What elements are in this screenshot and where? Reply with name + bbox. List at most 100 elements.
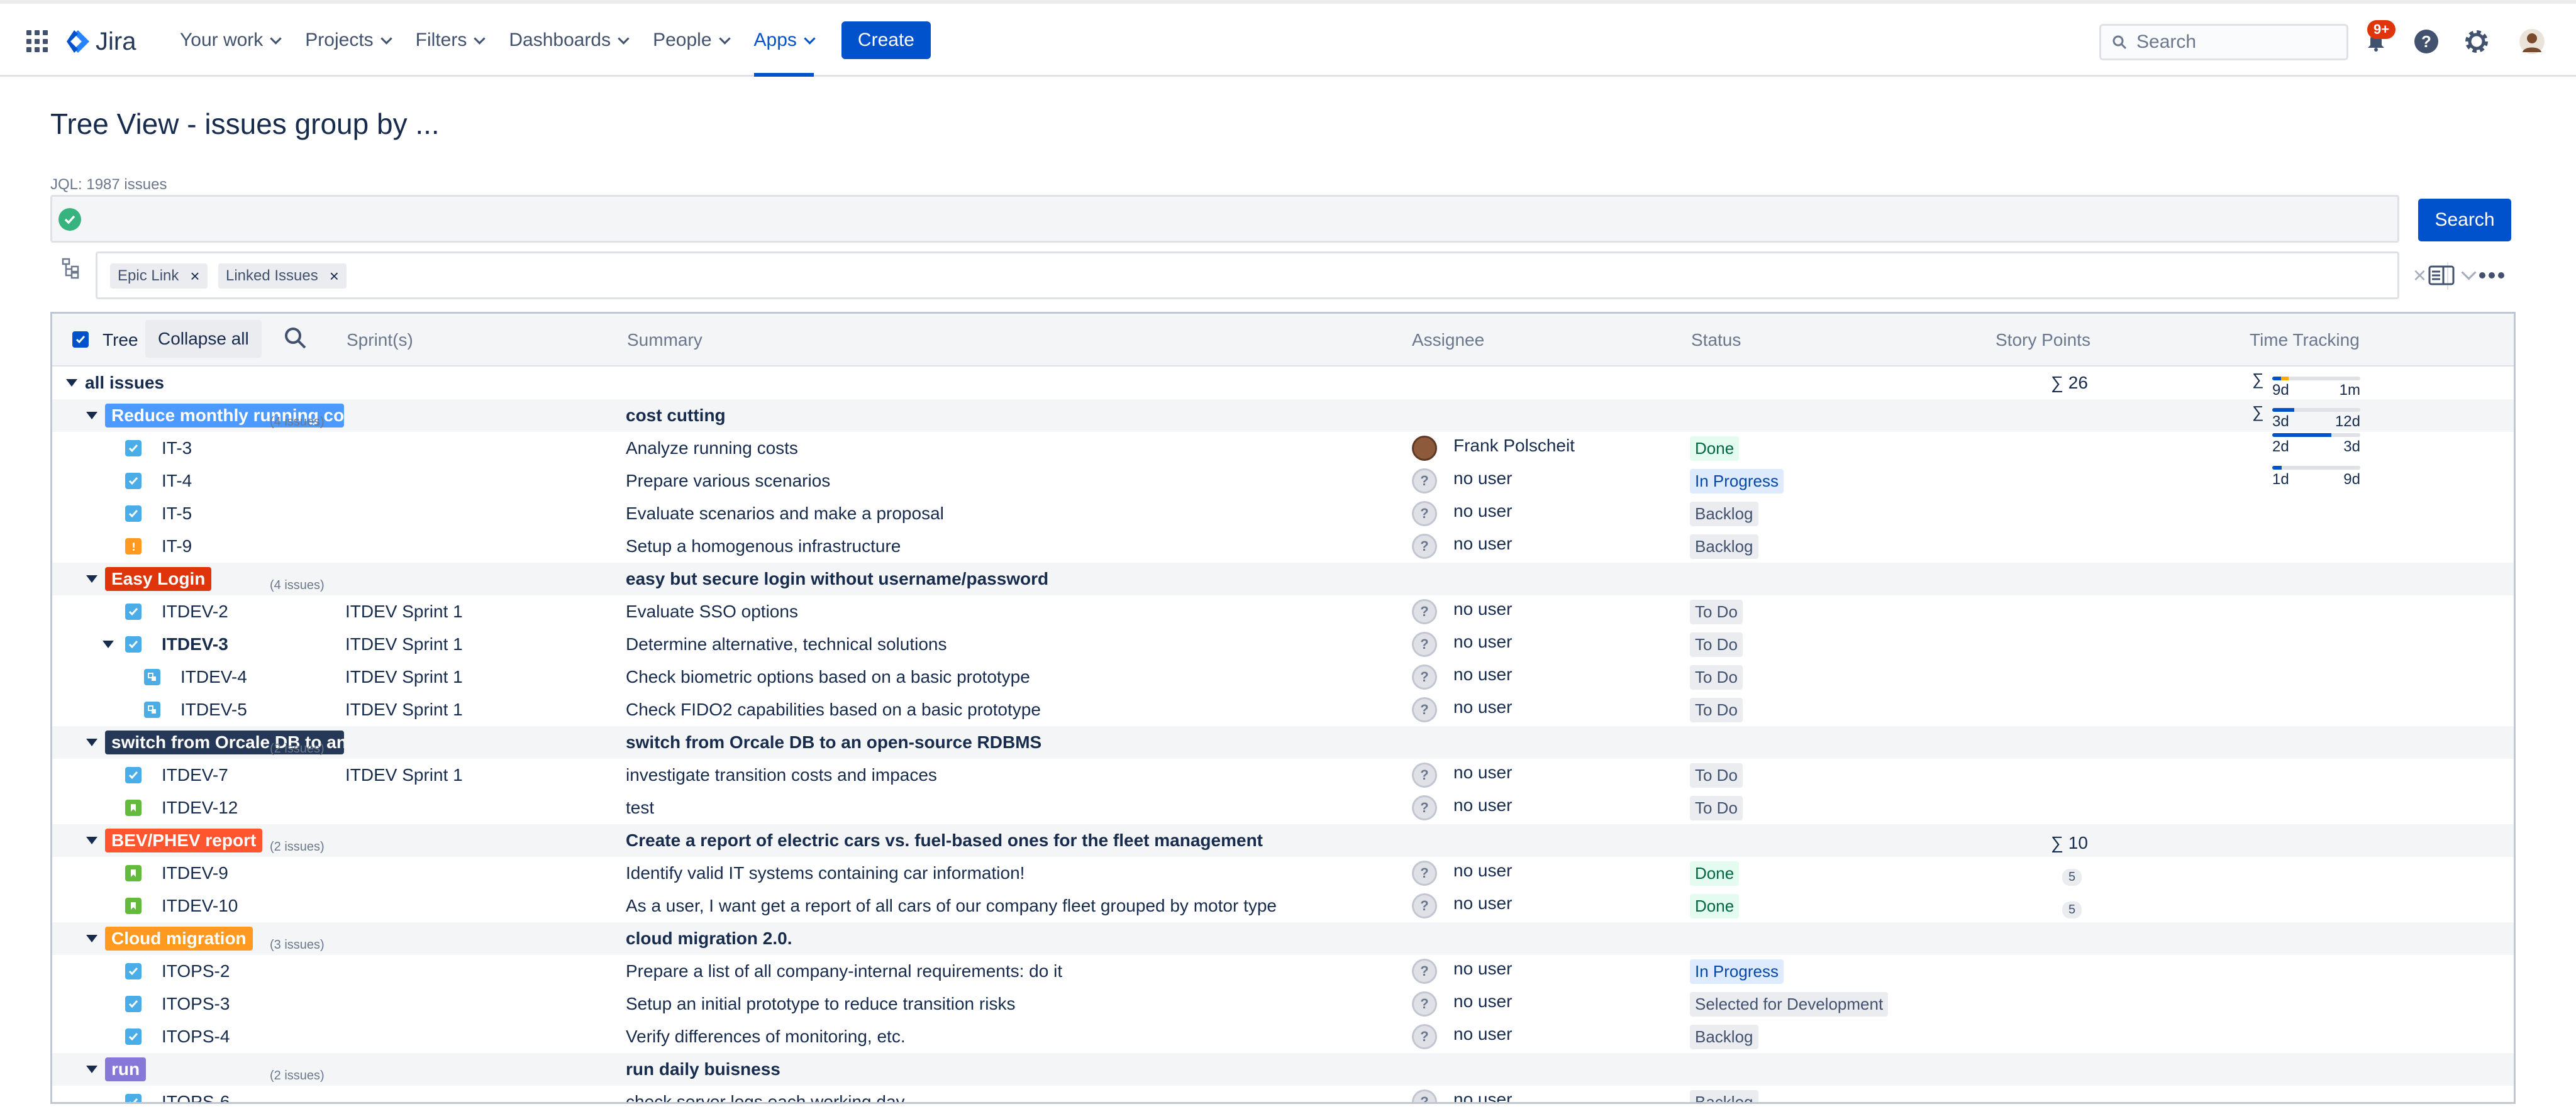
epic-group-row[interactable]: Cloud migration (3 issues) cloud migration… (52, 922, 2514, 955)
column-header-summary[interactable]: Summary (627, 330, 702, 350)
issue-row[interactable]: IT-3 Analyze running costs Frank Polscheit… (52, 432, 2514, 465)
issue-row[interactable]: ITDEV-9 Identify valid IT systems contain… (52, 857, 2514, 890)
tree-search-icon[interactable] (282, 325, 309, 355)
epic-summary[interactable]: switch from Orcale DB to an open-source … (626, 726, 1041, 759)
status-lozenge[interactable]: To Do (1690, 763, 1743, 788)
issue-summary[interactable]: Analyze running costs (626, 432, 798, 465)
assignee-name[interactable]: no user (1453, 887, 1512, 920)
epic-badge[interactable]: BEV/PHEV report (105, 829, 263, 852)
epic-badge[interactable]: Cloud migration (105, 927, 253, 951)
epic-summary[interactable]: cloud migration 2.0. (626, 922, 792, 955)
issue-row[interactable]: IT-4 Prepare various scenarios? no user In … (52, 465, 2514, 497)
settings-button[interactable] (2462, 26, 2492, 57)
status-lozenge[interactable]: To Do (1690, 665, 1743, 690)
issue-row[interactable]: ITDEV-10 As a user, I want get a report o… (52, 890, 2514, 922)
epic-group-row[interactable]: Reduce monthly running costs (4 issues) co… (52, 399, 2514, 432)
toggle-detail-panel-button[interactable] (2425, 260, 2458, 290)
issue-row[interactable]: ITOPS-2 Prepare a list of all company-int… (52, 955, 2514, 988)
epic-summary[interactable]: run daily buisness (626, 1053, 780, 1086)
issue-summary[interactable]: Identify valid IT systems containing car… (626, 857, 1024, 890)
issue-key-link[interactable]: IT-3 (162, 438, 192, 458)
collapse-toggle-icon[interactable] (86, 726, 97, 759)
chevron-down-icon[interactable] (2461, 265, 2477, 280)
collapse-toggle-icon[interactable] (86, 1053, 97, 1086)
collapse-toggle-icon[interactable] (86, 922, 97, 955)
assignee-name[interactable]: no user (1453, 495, 1512, 527)
issue-row[interactable]: ITOPS-4 Verify differences of monitoring,… (52, 1020, 2514, 1053)
remove-chip-icon[interactable]: × (190, 267, 199, 286)
create-button[interactable]: Create (841, 21, 931, 59)
column-header-status[interactable]: Status (1691, 330, 1741, 350)
assignee-name[interactable]: no user (1453, 658, 1512, 691)
issue-key-link[interactable]: ITDEV-4 (180, 667, 247, 687)
more-options-button[interactable] (2475, 260, 2508, 290)
issue-row[interactable]: IT-9 Setup a homogenous infrastructure? no… (52, 530, 2514, 563)
issue-row[interactable]: ITOPS-3 Setup an initial prototype to red… (52, 988, 2514, 1020)
issue-summary[interactable]: Check FIDO2 capabilities based on a basi… (626, 693, 1041, 726)
issue-summary[interactable]: Setup a homogenous infrastructure (626, 530, 901, 563)
clear-all-icon[interactable]: × (2413, 262, 2426, 289)
status-lozenge[interactable]: In Progress (1690, 468, 1784, 494)
issue-summary[interactable]: Prepare a list of all company-internal r… (626, 955, 1062, 988)
epic-group-row[interactable]: switch from Orcale DB to an open-source … (52, 726, 2514, 759)
assignee-name[interactable]: no user (1453, 789, 1512, 822)
epic-badge[interactable]: run (105, 1057, 147, 1081)
assignee-name[interactable]: no user (1453, 1083, 1512, 1102)
collapse-toggle-icon[interactable] (66, 367, 77, 399)
issue-summary[interactable]: Prepare various scenarios (626, 465, 830, 497)
nav-projects[interactable]: Projects (292, 4, 402, 77)
epic-summary[interactable]: Create a report of electric cars vs. fue… (626, 824, 1263, 857)
issue-row[interactable]: ITDEV-12 test? no user To Do (52, 791, 2514, 824)
issue-key-link[interactable]: ITDEV-3 (162, 634, 228, 654)
issue-key-link[interactable]: ITOPS-6 (162, 1092, 230, 1102)
column-header-story-points[interactable]: Story Points (1996, 330, 2090, 350)
status-lozenge[interactable]: Backlog (1690, 1024, 1758, 1049)
jira-logo[interactable]: Jira (65, 26, 136, 57)
column-header-assignee[interactable]: Assignee (1412, 330, 1484, 350)
column-header-time-tracking[interactable]: Time Tracking (2250, 330, 2360, 350)
issue-key-link[interactable]: IT-9 (162, 536, 192, 556)
epic-badge[interactable]: Easy Login (105, 567, 212, 591)
status-lozenge[interactable]: Done (1690, 893, 1740, 918)
select-all-checkbox[interactable] (72, 331, 89, 348)
epic-group-row[interactable]: Easy Login (4 issues) easy but secure logi… (52, 563, 2514, 595)
issue-key-link[interactable]: ITDEV-2 (162, 602, 228, 622)
status-lozenge[interactable]: Selected for Development (1690, 991, 1889, 1017)
assignee-name[interactable]: no user (1453, 462, 1512, 495)
assignee-name[interactable]: no user (1453, 593, 1512, 626)
nav-dashboards[interactable]: Dashboards (496, 4, 640, 77)
epic-summary[interactable]: cost cutting (626, 399, 726, 432)
jql-query-input[interactable] (50, 195, 2399, 243)
assignee-name[interactable]: no user (1453, 756, 1512, 789)
status-lozenge[interactable]: To Do (1690, 632, 1743, 657)
issue-row[interactable]: ITOPS-6 check server logs each working da… (52, 1083, 2514, 1102)
issue-summary[interactable]: As a user, I want get a report of all ca… (626, 890, 1277, 922)
assignee-name[interactable]: no user (1453, 854, 1512, 887)
collapse-toggle-icon[interactable] (86, 563, 97, 595)
issue-summary[interactable]: test (626, 791, 654, 824)
issue-key-link[interactable]: ITOPS-2 (162, 961, 230, 981)
issue-key-link[interactable]: ITOPS-4 (162, 1027, 230, 1047)
nav-filters[interactable]: Filters (403, 4, 497, 77)
issue-key-link[interactable]: IT-4 (162, 471, 192, 491)
profile-avatar[interactable] (2517, 26, 2547, 57)
assignee-name[interactable]: no user (1453, 985, 1512, 1018)
nav-apps[interactable]: Apps (741, 4, 826, 77)
status-lozenge[interactable]: Backlog (1690, 501, 1758, 526)
collapse-toggle-icon[interactable] (86, 824, 97, 857)
column-header-sprints[interactable]: Sprint(s) (347, 330, 413, 350)
issue-key-link[interactable]: ITDEV-9 (162, 863, 228, 883)
issue-key-link[interactable]: ITOPS-3 (162, 994, 230, 1014)
collapse-toggle-icon[interactable] (103, 628, 114, 661)
collapse-all-button[interactable]: Collapse all (145, 320, 262, 358)
issue-summary[interactable]: Check biometric options based on a basic… (626, 661, 1030, 693)
issue-row[interactable]: ITDEV-3 ITDEV Sprint 1 Determine alternati… (52, 628, 2514, 661)
assignee-name[interactable]: no user (1453, 626, 1512, 658)
assignee-name[interactable]: no user (1453, 527, 1512, 560)
epic-group-row[interactable]: BEV/PHEV report (2 issues) Create a report… (52, 824, 2514, 857)
issue-summary[interactable]: Determine alternative, technical solutio… (626, 628, 947, 661)
assignee-name[interactable]: Frank Polscheit (1453, 429, 1575, 462)
issue-summary[interactable]: check server logs each working day (626, 1086, 905, 1102)
status-lozenge[interactable]: Backlog (1690, 1089, 1758, 1102)
issue-key-link[interactable]: ITDEV-12 (162, 798, 238, 818)
